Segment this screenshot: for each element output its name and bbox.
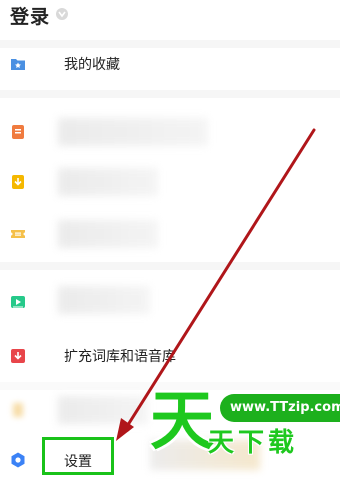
- annotation-arrow: [116, 128, 316, 441]
